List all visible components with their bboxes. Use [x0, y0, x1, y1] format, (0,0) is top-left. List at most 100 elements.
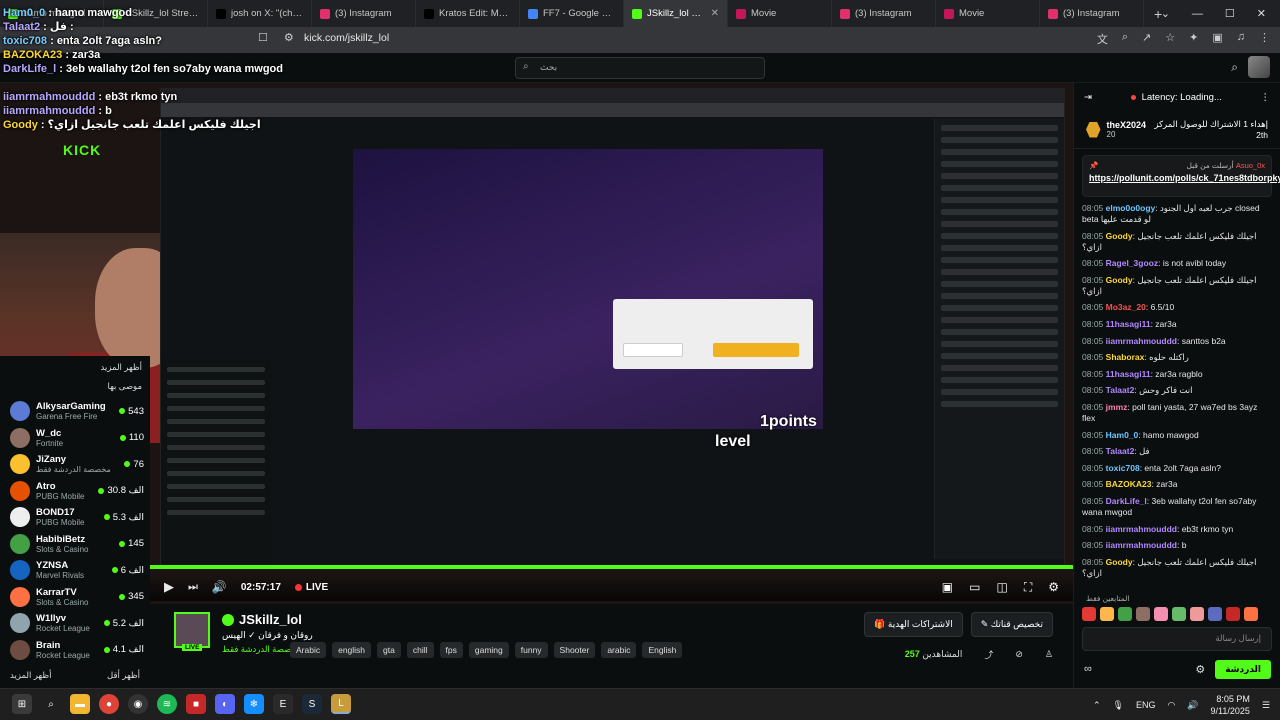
spotify-icon[interactable]: ≋ — [157, 694, 177, 714]
close-window-icon[interactable]: ✕ — [1257, 7, 1266, 20]
emote-icon[interactable] — [1118, 607, 1132, 621]
message-user[interactable]: jmmz — [1106, 402, 1128, 412]
clip-icon[interactable]: ▣ — [942, 580, 953, 595]
message-user[interactable]: Goody — [1106, 557, 1133, 567]
maximize-icon[interactable]: ☐ — [1225, 7, 1235, 20]
url-field[interactable]: kick.com/jskillz_lol — [304, 32, 389, 44]
stream-tag[interactable]: gta — [377, 642, 401, 658]
message-user[interactable]: iiamrmahmouddd — [1106, 336, 1177, 346]
close-tab-icon[interactable]: ✕ — [711, 8, 719, 19]
extensions-icon[interactable]: ✦ — [1189, 31, 1198, 47]
recommended-channel[interactable]: JiZany مخصصة الدردشة فقط 76 — [0, 451, 150, 478]
pin-icon[interactable]: 📌 — [1089, 161, 1098, 170]
share-icon[interactable]: ↗ — [1142, 31, 1151, 47]
message-user[interactable]: Talaat2 — [1106, 385, 1135, 395]
search-input[interactable]: ⌕ بحث — [515, 57, 765, 79]
emote-icon[interactable] — [1154, 607, 1168, 621]
recommended-channel[interactable]: YZNSA Marvel Rivals 6 الف — [0, 557, 150, 584]
recommended-channel[interactable]: BOND17 PUBG Mobile 5.3 الف — [0, 504, 150, 531]
sidebar-icon[interactable]: ▣ — [1212, 31, 1222, 47]
translate-icon[interactable]: 文 — [1097, 31, 1108, 47]
browser-tab[interactable]: JSkillz_lol Strea ✕ — [624, 0, 728, 27]
star-icon[interactable]: ☆ — [1165, 31, 1175, 47]
browser-tab[interactable]: (3) Instagram — [832, 0, 936, 27]
emote-icon[interactable] — [1136, 607, 1150, 621]
clock[interactable]: 8:05 PM 9/11/2025 — [1211, 693, 1250, 717]
pinned-link[interactable]: https://pollunit.com/polls/ck_71nes8tdbo… — [1089, 173, 1280, 184]
tray-chevron-icon[interactable]: ⌃ — [1093, 700, 1101, 711]
video-player[interactable]: KICK 1points level — [0, 83, 1073, 604]
fullscreen-icon[interactable]: ⛶ — [1024, 580, 1032, 595]
chat-users-icon[interactable]: ∞ — [1084, 663, 1092, 675]
recommended-show-less[interactable]: أظهر أقل — [107, 670, 140, 681]
settings-icon[interactable]: ⚙ — [1048, 580, 1059, 595]
emote-icon[interactable] — [1208, 607, 1222, 621]
recommended-channel[interactable]: KarrarTV Slots & Casino 345 — [0, 584, 150, 611]
browser-tab[interactable]: Movie — [936, 0, 1040, 27]
browser-tab[interactable]: (3) Instagram — [312, 0, 416, 27]
stream-tag[interactable]: gaming — [468, 642, 509, 658]
recommended-channel[interactable]: W1llyv Rocket League 5.2 الف — [0, 610, 150, 637]
epic-games-icon[interactable]: E — [273, 694, 293, 714]
emote-icon[interactable] — [1172, 607, 1186, 621]
stream-tag[interactable]: chill — [406, 642, 434, 658]
browser-tab[interactable]: (3) Instagram — [1040, 0, 1144, 27]
emote-icon[interactable] — [1226, 607, 1240, 621]
zoom-icon[interactable]: ⌕ — [1122, 31, 1128, 47]
notifications-icon[interactable]: ⌕ — [1231, 60, 1238, 75]
collapse-chat-icon[interactable]: ⇥ — [1084, 92, 1092, 103]
stream-tag[interactable]: Shooter — [553, 642, 596, 658]
message-user[interactable]: Goody — [1106, 275, 1133, 285]
stream-tag[interactable]: English — [642, 642, 683, 658]
tab-search-icon[interactable]: ⌄ — [1161, 7, 1170, 20]
message-user[interactable]: Goody — [1106, 231, 1133, 241]
chat-send-button[interactable]: الدردشة — [1215, 659, 1271, 679]
browser-tab[interactable]: FF7 - Google Search — [520, 0, 624, 27]
chat-settings-gear-icon[interactable]: ⚙ — [1195, 663, 1205, 676]
browser-tab[interactable]: Movie — [728, 0, 832, 27]
media-player-icon[interactable]: ■ — [186, 694, 206, 714]
file-explorer-icon[interactable]: ▬ — [70, 694, 90, 714]
share-icon[interactable]: ⤴ — [984, 648, 993, 661]
emote-icon[interactable] — [1244, 607, 1258, 621]
message-user[interactable]: Talaat2 — [1106, 446, 1135, 456]
windows-start-icon[interactable]: ⊞ — [12, 694, 32, 714]
message-user[interactable]: elmo0o0ogy — [1106, 203, 1156, 213]
stream-tag[interactable]: english — [332, 642, 372, 658]
recommended-channel[interactable]: Atro PUBG Mobile 30.8 الف — [0, 478, 150, 505]
discord-icon[interactable]: ◐ — [215, 694, 235, 714]
gift-subs-button[interactable]: 🎁 الاشتراكات الهدية — [864, 612, 963, 637]
github-icon[interactable]: ◉ — [128, 694, 148, 714]
notification-center-icon[interactable]: ☰ — [1262, 700, 1270, 711]
wifi-icon[interactable]: ◠ — [1167, 700, 1175, 711]
music-icon[interactable]: ♫ — [1237, 31, 1245, 47]
emote-icon[interactable] — [1100, 607, 1114, 621]
play-pause-icon[interactable]: ▶ — [164, 579, 174, 595]
theater-mode-icon[interactable]: ▭ — [969, 580, 980, 595]
volume-icon[interactable]: 🔊 — [212, 580, 227, 594]
message-user[interactable]: Mo3az_20 — [1106, 302, 1146, 312]
browser-tab[interactable]: Kratos Edit: Montag — [416, 0, 520, 27]
customize-channel-button[interactable]: ✎ تخصيص قناتك — [970, 612, 1053, 637]
message-user[interactable]: toxic708 — [1106, 463, 1140, 473]
menu-icon[interactable]: ⋮ — [1259, 31, 1270, 47]
steam-icon[interactable]: S — [302, 694, 322, 714]
message-user[interactable]: 11hasagi11 — [1106, 369, 1151, 379]
recommended-channel[interactable]: HabibiBetz Slots & Casino 145 — [0, 531, 150, 558]
pip-icon[interactable]: ◫ — [996, 580, 1007, 595]
recommended-channel[interactable]: AlkysarGaming Garena Free Fire 543 — [0, 398, 150, 425]
message-user[interactable]: 11hasagi11 — [1106, 319, 1151, 329]
message-user[interactable]: Shaborax — [1106, 352, 1145, 362]
message-user[interactable]: DarkLife_l — [1106, 496, 1147, 506]
recommended-show-more[interactable]: أظهر المزيد — [0, 356, 150, 379]
user-avatar[interactable] — [1248, 56, 1270, 78]
stream-tag[interactable]: Arabic — [290, 642, 327, 658]
minimize-icon[interactable]: — — [1192, 8, 1203, 20]
language-indicator[interactable]: ENG — [1136, 700, 1156, 710]
emote-icon[interactable] — [1082, 607, 1096, 621]
follow-icon[interactable]: ♙ — [1045, 649, 1053, 660]
battlenet-icon[interactable]: ❄ — [244, 694, 264, 714]
message-user[interactable]: BAZOKA23 — [1106, 479, 1152, 489]
chat-settings-icon[interactable]: ⋮ — [1260, 92, 1270, 103]
message-user[interactable]: iiamrmahmouddd — [1106, 524, 1177, 534]
